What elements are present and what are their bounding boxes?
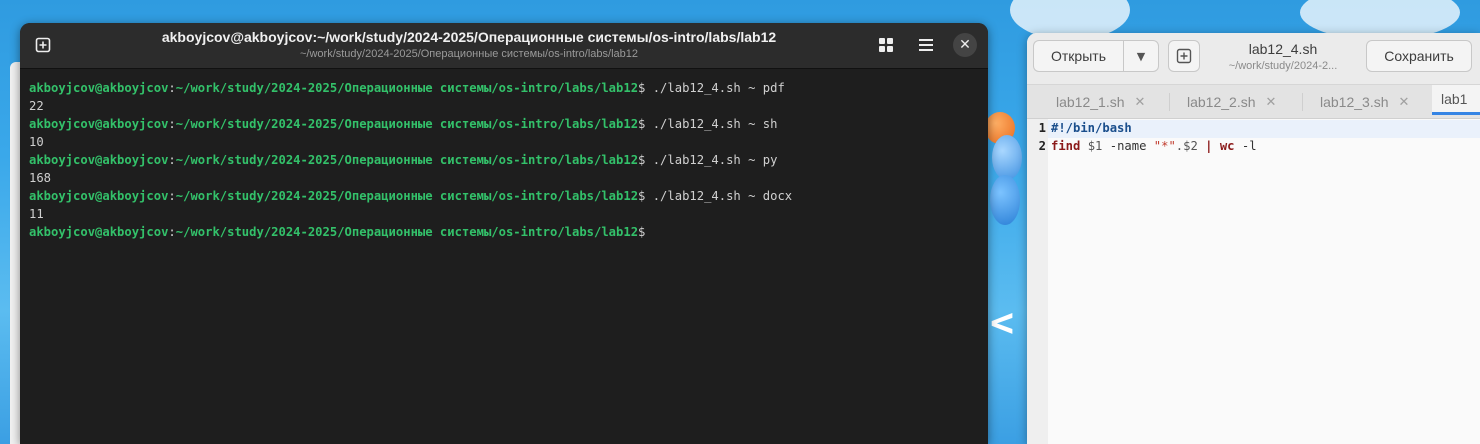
editor-headerbar: Открыть ▼ lab12_4.sh ~/work/study/2024-2… — [1027, 33, 1480, 85]
terminal-subtitle: ~/work/study/2024-2025/Операционные сист… — [299, 48, 638, 60]
prompt-symbol: $ — [638, 153, 646, 167]
close-icon[interactable]: ✕ — [1399, 94, 1410, 110]
tab-label: lab1 — [1441, 90, 1468, 107]
tab-lab12-4[interactable]: lab1 — [1432, 85, 1480, 115]
prompt-user: akboyjcov@akboyjcov — [29, 81, 169, 95]
prompt-separator: : — [168, 117, 176, 131]
command-output: 10 — [29, 135, 44, 149]
prompt-separator: : — [168, 153, 176, 167]
shebang: #!/bin/bash — [1051, 121, 1132, 135]
terminal-output[interactable]: akboyjcov@akboyjcov:~/work/study/2024-20… — [20, 69, 988, 241]
command-text: ./lab12_4.sh ~ py — [652, 153, 778, 167]
code-line: find $1 -name "*".$2 | wc -l — [1051, 139, 1257, 153]
prompt-user: akboyjcov@akboyjcov — [29, 153, 169, 167]
terminal-titlebar[interactable]: akboyjcov@akboyjcov:~/work/study/2024-20… — [20, 23, 988, 69]
new-document-button[interactable] — [1168, 40, 1200, 72]
tab-divider — [1169, 93, 1170, 111]
prompt-symbol: $ — [638, 225, 646, 239]
variable: .$2 — [1175, 139, 1198, 153]
terminal-prompt-line: akboyjcov@akboyjcov:~/work/study/2024-20… — [29, 115, 988, 133]
prompt-path: ~/work/study/2024-2025/Операционные сист… — [175, 225, 639, 239]
open-dropdown-button[interactable]: ▼ — [1123, 40, 1159, 72]
code-editor[interactable]: 1 2 #!/bin/bash find $1 -name "*".$2 | w… — [1027, 119, 1480, 444]
prompt-separator: : — [168, 189, 176, 203]
line-number: 2 — [1038, 139, 1046, 153]
command-output: 168 — [29, 171, 52, 185]
prompt-symbol: $ — [638, 117, 646, 131]
keyword: wc — [1219, 139, 1235, 153]
chevron-down-icon: ▼ — [1136, 49, 1146, 63]
editor-subtitle: ~/work/study/2024-2... — [1228, 60, 1338, 72]
tab-divider — [1302, 93, 1303, 111]
prompt-path: ~/work/study/2024-2025/Операционные сист… — [175, 153, 639, 167]
open-button[interactable]: Открыть — [1033, 40, 1123, 72]
tab-lab12-2[interactable]: lab12_2.sh ✕ — [1187, 85, 1276, 118]
tab-label: lab12_2.sh — [1187, 93, 1256, 110]
prompt-path: ~/work/study/2024-2025/Операционные сист… — [175, 117, 639, 131]
prompt-path: ~/work/study/2024-2025/Операционные сист… — [175, 81, 639, 95]
command-output: 11 — [29, 207, 44, 221]
prompt-symbol: $ — [638, 81, 646, 95]
prompt-user: akboyjcov@akboyjcov — [29, 117, 169, 131]
new-tab-button[interactable] — [29, 31, 57, 59]
close-icon[interactable]: ✕ — [1135, 94, 1146, 110]
grid-icon — [879, 38, 893, 52]
string-literal: "*" — [1153, 139, 1176, 153]
hamburger-menu-icon — [919, 39, 933, 51]
tab-lab12-3[interactable]: lab12_3.sh ✕ — [1320, 85, 1409, 118]
terminal-title: akboyjcov@akboyjcov:~/work/study/2024-20… — [161, 29, 777, 45]
terminal-window[interactable]: akboyjcov@akboyjcov:~/work/study/2024-20… — [20, 23, 988, 444]
command-text: ./lab12_4.sh ~ sh — [652, 117, 778, 131]
variable: $1 — [1087, 139, 1103, 153]
editor-title: lab12_4.sh — [1248, 41, 1318, 57]
terminal-prompt-line: akboyjcov@akboyjcov:~/work/study/2024-20… — [29, 223, 988, 241]
terminal-prompt-line: akboyjcov@akboyjcov:~/work/study/2024-20… — [29, 151, 988, 169]
prompt-user: akboyjcov@akboyjcov — [29, 189, 169, 203]
editor-tabs: lab12_1.sh ✕ lab12_2.sh ✕ lab12_3.sh ✕ l… — [1027, 85, 1480, 119]
prompt-user: akboyjcov@akboyjcov — [29, 225, 169, 239]
line-number: 1 — [1038, 121, 1046, 135]
tab-overview-button[interactable] — [872, 31, 900, 59]
close-button[interactable]: ✕ — [953, 33, 977, 57]
prompt-separator: : — [168, 81, 176, 95]
tab-label: lab12_3.sh — [1320, 93, 1389, 110]
command-output: 22 — [29, 99, 44, 113]
tab-lab12-1[interactable]: lab12_1.sh ✕ — [1056, 85, 1145, 118]
keyword: find — [1051, 139, 1081, 153]
line-number-gutter — [1027, 119, 1048, 444]
prompt-separator: : — [168, 225, 176, 239]
text-editor-window[interactable]: Открыть ▼ lab12_4.sh ~/work/study/2024-2… — [1027, 33, 1480, 444]
command-text: ./lab12_4.sh ~ docx — [652, 189, 793, 203]
close-icon: ✕ — [959, 37, 971, 53]
terminal-prompt-line: akboyjcov@akboyjcov:~/work/study/2024-20… — [29, 187, 988, 205]
new-tab-icon — [35, 37, 51, 53]
terminal-prompt-line: akboyjcov@akboyjcov:~/work/study/2024-20… — [29, 79, 988, 97]
option: -l — [1241, 139, 1257, 153]
prompt-symbol: $ — [638, 189, 646, 203]
menu-button[interactable] — [912, 31, 940, 59]
tab-label: lab12_1.sh — [1056, 93, 1125, 110]
code-line: #!/bin/bash — [1051, 121, 1132, 135]
save-button[interactable]: Сохранить — [1366, 40, 1472, 72]
pipe-operator: | — [1205, 139, 1213, 153]
option: -name — [1109, 139, 1147, 153]
prompt-path: ~/work/study/2024-2025/Операционные сист… — [175, 189, 639, 203]
command-text: ./lab12_4.sh ~ pdf — [652, 81, 785, 95]
new-document-icon — [1176, 48, 1192, 64]
close-icon[interactable]: ✕ — [1266, 94, 1277, 110]
